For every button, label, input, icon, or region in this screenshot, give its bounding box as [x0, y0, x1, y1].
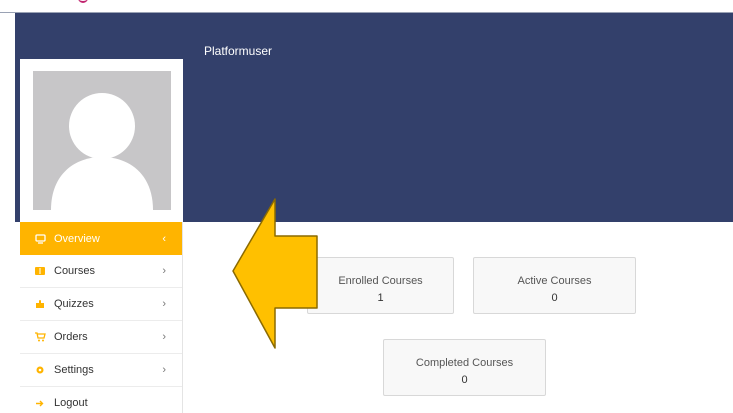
chevron-right-icon: › — [162, 298, 166, 310]
dashboard-icon — [34, 233, 46, 245]
stat-completed-courses: Completed Courses 0 — [383, 339, 546, 396]
chevron-left-icon: ‹ — [162, 232, 166, 245]
menu-item-orders[interactable]: Orders › — [20, 321, 182, 354]
gear-icon — [34, 364, 46, 376]
menu-item-label: Orders — [54, 331, 88, 343]
menu-item-label: Overview — [54, 232, 100, 245]
menu-item-quizzes[interactable]: Quizzes › — [20, 288, 182, 321]
chevron-right-icon: › — [162, 364, 166, 376]
avatar[interactable] — [33, 71, 171, 210]
chevron-right-icon: › — [162, 265, 166, 277]
stat-value: 0 — [551, 292, 558, 304]
menu-item-label: Settings — [54, 364, 94, 376]
logout-icon — [34, 397, 46, 409]
stat-active-courses: Active Courses 0 — [473, 257, 636, 314]
menu-item-logout[interactable]: Logout — [20, 387, 182, 413]
stat-label: Active Courses — [517, 275, 592, 287]
menu-item-label: Quizzes — [54, 298, 94, 310]
site-logo-fragment — [78, 0, 88, 3]
profile-menu: Overview ‹ Courses › Quizzes › Orders › — [20, 222, 183, 413]
menu-item-label: Courses — [54, 265, 95, 277]
profile-page: Platformuser Overview ‹ Courses › Quizze… — [0, 0, 733, 413]
menu-item-label: Logout — [54, 397, 88, 409]
menu-item-courses[interactable]: Courses › — [20, 255, 182, 288]
menu-item-settings[interactable]: Settings › — [20, 354, 182, 387]
default-avatar-icon — [33, 71, 171, 210]
annotation-arrow-icon — [232, 198, 318, 349]
stat-label: Completed Courses — [415, 357, 514, 369]
cart-icon — [34, 331, 46, 343]
menu-item-overview[interactable]: Overview ‹ — [20, 222, 182, 255]
profile-username: Platformuser — [204, 44, 273, 58]
chevron-right-icon: › — [162, 331, 166, 343]
puzzle-icon — [34, 298, 46, 310]
stat-value: 0 — [461, 374, 468, 386]
avatar-frame — [20, 59, 183, 222]
book-icon — [34, 265, 46, 277]
